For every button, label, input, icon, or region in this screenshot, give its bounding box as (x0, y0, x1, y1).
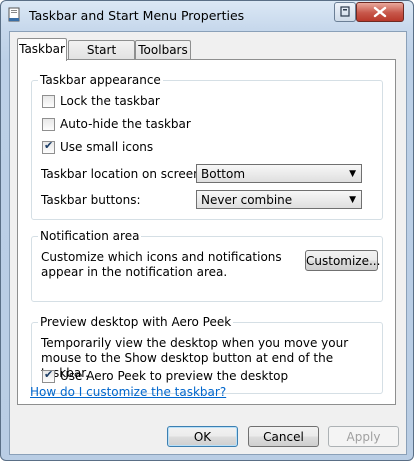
autohide-taskbar-option[interactable]: Auto-hide the taskbar (42, 116, 191, 132)
aero-peek-heading: Preview desktop with Aero Peek (38, 315, 234, 329)
lock-taskbar-label: Lock the taskbar (60, 94, 160, 108)
lock-taskbar-option[interactable]: Lock the taskbar (42, 93, 160, 109)
close-icon (373, 6, 387, 18)
apply-button[interactable]: Apply (328, 426, 399, 447)
help-button[interactable] (334, 2, 356, 22)
small-icons-option[interactable]: Use small icons (42, 139, 153, 155)
chevron-down-icon: ▼ (349, 195, 356, 205)
autohide-taskbar-checkbox[interactable] (42, 117, 55, 131)
small-icons-label: Use small icons (60, 140, 154, 154)
aero-peek-checkbox[interactable] (42, 368, 55, 383)
ok-button[interactable]: OK (167, 426, 238, 447)
taskbar-appearance-group: Taskbar appearance Lock the taskbar Auto… (31, 73, 383, 220)
chevron-down-icon: ▼ (349, 169, 356, 179)
lock-taskbar-checkbox[interactable] (42, 94, 55, 108)
taskbar-location-select[interactable]: Bottom ▼ (196, 164, 362, 183)
notification-area-heading: Notification area (38, 229, 142, 243)
tab-taskbar[interactable]: Taskbar (17, 38, 67, 61)
dialog-body: Taskbar Start Menu Toolbars Taskbar appe… (9, 31, 407, 455)
taskbar-buttons-value: Never combine (201, 193, 293, 207)
taskbar-appearance-heading: Taskbar appearance (38, 73, 163, 87)
tab-start-menu[interactable]: Start Menu (68, 40, 135, 75)
aero-peek-option[interactable]: Use Aero Peek to preview the desktop (42, 368, 288, 384)
customize-button[interactable]: Customize... (305, 250, 380, 271)
aero-peek-group: Preview desktop with Aero Peek Temporari… (31, 315, 383, 394)
taskbar-location-label: Taskbar location on screen: (41, 167, 205, 181)
notification-area-description: Customize which icons and notifications … (41, 250, 282, 279)
help-icon (340, 6, 350, 17)
window-title: Taskbar and Start Menu Properties (29, 8, 245, 23)
cancel-button[interactable]: Cancel (248, 426, 319, 447)
taskbar-buttons-select[interactable]: Never combine ▼ (196, 190, 362, 209)
taskbar-tab-panel: Taskbar appearance Lock the taskbar Auto… (17, 59, 396, 405)
tab-toolbars[interactable]: Toolbars (135, 40, 191, 60)
close-button[interactable] (356, 2, 404, 22)
small-icons-checkbox[interactable] (42, 139, 55, 154)
taskbar-buttons-label: Taskbar buttons: (41, 193, 141, 207)
title-bar[interactable]: Taskbar and Start Menu Properties (1, 1, 413, 31)
taskbar-location-value: Bottom (201, 167, 246, 181)
dialog-window: Taskbar and Start Menu Properties Taskba… (0, 0, 414, 461)
taskbar-properties-icon (8, 7, 20, 22)
notification-area-group: Notification area Customize which icons … (31, 229, 383, 302)
help-link[interactable]: How do I customize the taskbar? (30, 385, 226, 399)
autohide-taskbar-label: Auto-hide the taskbar (60, 117, 191, 131)
aero-peek-label: Use Aero Peek to preview the desktop (60, 369, 289, 383)
